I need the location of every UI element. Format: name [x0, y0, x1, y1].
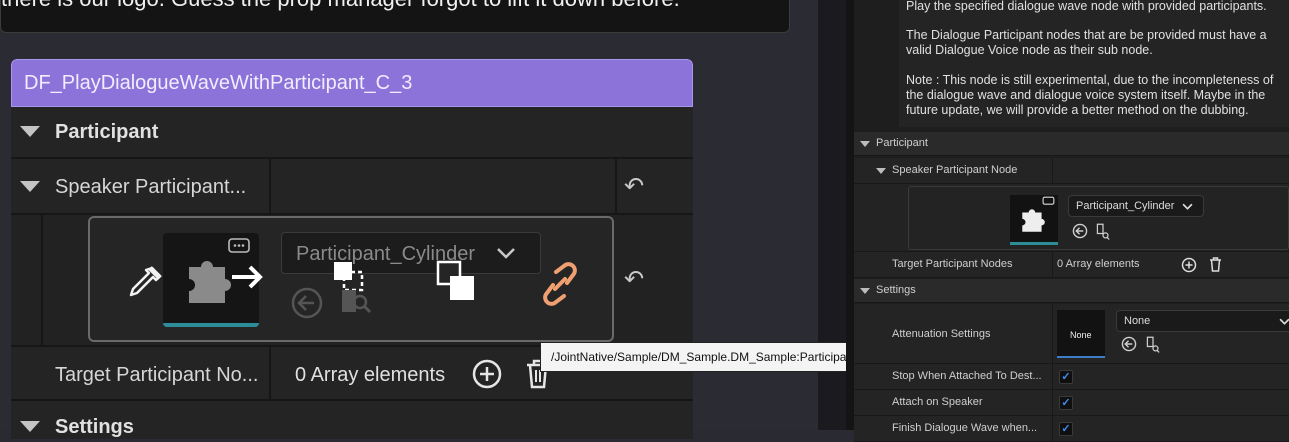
expand-triangle-icon[interactable]	[876, 168, 886, 174]
chevron-down-icon	[1182, 203, 1193, 210]
finish-dialogue-row: Finish Dialogue Wave when... ✓	[854, 416, 1289, 442]
target-participant-label: Target Participant Nodes	[892, 258, 1013, 270]
section-settings[interactable]: Settings	[11, 401, 693, 439]
chevron-down-icon	[1279, 318, 1289, 325]
description-paragraph: Play the specified dialogue wave node wi…	[906, 0, 1267, 13]
browse-to-asset-icon[interactable]	[1121, 336, 1137, 352]
column-divider	[269, 159, 271, 215]
column-divider	[1052, 390, 1053, 416]
link-icon[interactable]	[538, 262, 582, 306]
comment-banner: there is our logo. Guess the prop manage…	[0, 0, 790, 33]
add-element-icon[interactable]	[1181, 257, 1197, 273]
details-section-participant[interactable]: Participant	[854, 132, 1289, 156]
node-description: Play the specified dialogue wave node wi…	[899, 0, 1289, 127]
details-section-settings[interactable]: Settings	[854, 279, 1289, 303]
speaker-participant-row: Speaker Participant Node	[854, 158, 1289, 184]
column-divider	[1052, 252, 1053, 278]
column-divider	[269, 347, 271, 401]
collapse-triangle-icon[interactable]	[860, 141, 870, 147]
speaker-participant-row: Speaker Participant... ↶	[11, 159, 693, 215]
dialogue-bubble-icon	[228, 238, 250, 253]
dialogue-node[interactable]: DF_PlayDialogueWaveWithParticipant_C_3 P…	[11, 59, 693, 439]
thumbnail-none-text: None	[1070, 330, 1092, 340]
attach-on-speaker-row: Attach on Speaker ✓	[854, 390, 1289, 416]
chevron-down-icon	[497, 248, 515, 259]
column-divider	[1052, 364, 1053, 390]
array-elements-count: 0 Array elements	[1057, 258, 1140, 270]
reset-arrow-icon[interactable]: ↶	[624, 265, 644, 294]
column-divider	[1052, 158, 1053, 184]
node-title: DF_PlayDialogueWaveWithParticipant_C_3	[24, 72, 413, 94]
attenuation-combo-box[interactable]: None	[1116, 310, 1289, 332]
node-header[interactable]: DF_PlayDialogueWaveWithParticipant_C_3	[11, 59, 693, 107]
asset-picker[interactable]: Participant_Cylinder	[88, 216, 614, 342]
asset-picker[interactable]: Participant_Cylinder	[908, 186, 1289, 250]
expand-triangle-icon[interactable]	[20, 181, 40, 192]
section-participant[interactable]: Participant	[11, 107, 693, 159]
reset-arrow-icon[interactable]: ↶	[624, 172, 644, 201]
asset-combo-box[interactable]: Participant_Cylinder	[281, 232, 541, 274]
finish-dialogue-checkbox[interactable]: ✓	[1059, 422, 1073, 436]
section-label: Participant	[876, 137, 928, 149]
column-divider	[1052, 416, 1053, 442]
speaker-participant-label: Speaker Participant Node	[892, 164, 1018, 176]
attenuation-settings-row: Attenuation Settings None None	[854, 304, 1289, 364]
panel-splitter[interactable]	[846, 0, 854, 430]
section-settings-label: Settings	[55, 416, 134, 438]
target-participant-row: Target Participant Nodes 0 Array element…	[854, 252, 1289, 278]
puzzle-piece-icon	[1022, 209, 1045, 232]
speaker-participant-label: Speaker Participant...	[55, 176, 247, 198]
indent-guide	[41, 215, 43, 347]
stop-when-attached-checkbox[interactable]: ✓	[1059, 370, 1073, 384]
collapse-triangle-icon[interactable]	[20, 126, 40, 137]
stop-when-attached-label: Stop When Attached To Dest...	[892, 370, 1042, 382]
browse-to-asset-icon[interactable]	[290, 286, 324, 320]
asset-combo-box[interactable]: Participant_Cylinder	[1068, 195, 1204, 217]
description-paragraph: The Dialogue Participant nodes that are …	[906, 28, 1267, 57]
description-paragraph: Note : This node is still experimental, …	[906, 73, 1274, 117]
trash-icon[interactable]	[1208, 256, 1223, 273]
asset-picker-row: Participant_Cylinder	[854, 184, 1289, 252]
asset-thumbnail[interactable]	[1010, 195, 1058, 245]
find-in-browser-icon[interactable]	[330, 260, 378, 318]
find-in-browser-icon[interactable]	[1144, 336, 1162, 354]
attenuation-thumbnail[interactable]: None	[1057, 310, 1105, 358]
add-element-icon[interactable]	[471, 358, 503, 390]
dialogue-bubble-icon	[1042, 196, 1055, 205]
copy-icon[interactable]	[434, 260, 478, 304]
details-panel: Play the specified dialogue wave node wi…	[854, 0, 1289, 442]
find-in-browser-icon[interactable]	[1094, 223, 1112, 241]
attach-on-speaker-checkbox[interactable]: ✓	[1059, 396, 1073, 410]
attenuation-combo-value: None	[1124, 315, 1151, 327]
target-participant-label: Target Participant No...	[55, 364, 259, 386]
comment-text: there is our logo. Guess the prop manage…	[1, 0, 680, 12]
finish-dialogue-label: Finish Dialogue Wave when...	[892, 422, 1038, 434]
collapse-triangle-icon[interactable]	[20, 421, 40, 432]
arrow-right-icon	[232, 265, 263, 289]
section-label: Settings	[876, 284, 916, 296]
column-divider	[615, 159, 617, 215]
column-divider	[1052, 304, 1053, 364]
stop-when-attached-row: Stop When Attached To Dest... ✓	[854, 364, 1289, 390]
array-elements-count: 0 Array elements	[295, 364, 446, 386]
attach-on-speaker-label: Attach on Speaker	[892, 396, 983, 408]
browse-to-asset-icon[interactable]	[1072, 223, 1088, 239]
attenuation-label: Attenuation Settings	[892, 328, 991, 340]
section-participant-label: Participant	[55, 121, 159, 143]
asset-combo-value: Participant_Cylinder	[1076, 200, 1175, 212]
collapse-triangle-icon[interactable]	[860, 288, 870, 294]
eyedropper-icon[interactable]	[122, 262, 166, 306]
puzzle-piece-icon	[189, 261, 231, 303]
